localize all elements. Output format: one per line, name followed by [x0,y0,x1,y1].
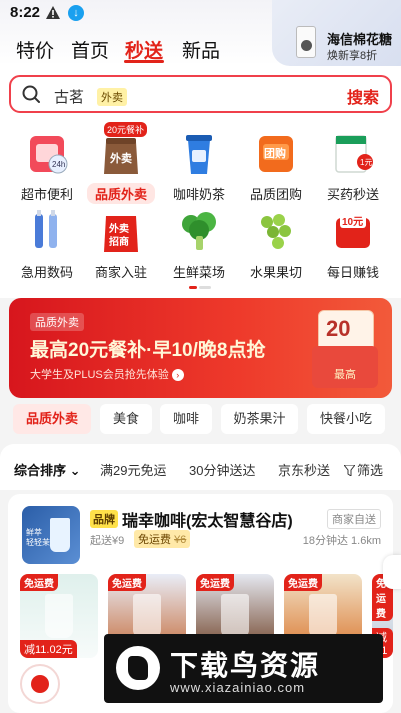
product-discount: 减11.02元 [20,640,77,658]
category-label: 品质外卖 [87,183,155,204]
svg-text:外卖: 外卖 [108,222,129,235]
svg-text:1元: 1元 [360,158,372,167]
coupon-label: 最高 [334,369,356,381]
tab-new-products[interactable]: 新品 [182,36,220,63]
category-label: 水果果切 [249,265,302,280]
category-quality-takeout[interactable]: 20元餐补 外卖 品质外卖 [84,122,158,204]
corner-ad-banner[interactable]: 海信棉花糖 焕新享8折 [272,0,401,66]
category-page-indicator [189,286,211,289]
category-badge: 20元餐补 [104,122,148,137]
product-badge: 免运费 [284,574,322,591]
search-button[interactable]: 搜索 [347,84,379,108]
chip-coffee[interactable]: 咖啡 [160,404,212,434]
category-label: 咖啡奶茶 [172,187,225,202]
chevron-down-icon: ⌄ [69,463,81,478]
promo-subtitle: 大学生及PLUS会员抢先体验 › [30,366,184,382]
jd-mascot-icon[interactable] [20,664,60,704]
category-label: 生鲜菜场 [172,265,225,280]
product-badge: 免运费 [108,574,146,591]
sort-bar: 综合排序 ⌄ 满29元免运 30分钟送达 京东秒送 筛选 [0,444,401,490]
chevron-right-icon: › [171,369,184,381]
svg-text:招商: 招商 [109,235,129,248]
status-time: 8:22 [10,4,41,21]
svg-text:24h: 24h [52,160,65,169]
chip-snacks[interactable]: 快餐小吃 [307,404,385,434]
sort-jd-instant[interactable]: 京东秒送 [278,460,330,479]
category-daily-earn[interactable]: 10元 每日赚钱 [316,208,390,280]
coupon-amount: 20 [326,316,351,341]
delivery-time-distance: 18分钟达 1.6km [302,535,381,547]
min-order: 起送¥9 [90,535,125,547]
broccoli-icon [182,212,216,250]
search-bar[interactable]: 古茗 外卖 搜索 [9,75,392,113]
category-coffee-tea[interactable]: 咖啡奶茶 [162,130,236,202]
search-tag: 外卖 [97,88,127,106]
supermarket-icon: 24h [30,136,68,174]
watermark-overlay: 下载鸟资源 www.xiazainiao.com [104,634,383,703]
category-group-buy[interactable]: 团购 品质团购 [239,130,313,202]
tab-instant-delivery[interactable]: 秒送 [125,36,163,63]
chip-milk-tea[interactable]: 奶茶果汁 [221,404,298,434]
free-delivery-tag: 免运费 ¥6 [134,530,191,548]
product-badge: 免运费 [20,574,58,591]
sort-30min[interactable]: 30分钟送达 [189,460,255,479]
watermark-url: www.xiazainiao.com [170,680,306,695]
drink-cup-icon [50,518,70,552]
promo-title: 最高20元餐补·早10/晚8点抢 [30,340,266,361]
merchant-join-icon: 外卖 招商 [104,216,138,252]
category-merchant-join[interactable]: 外卖 招商 商家入驻 [84,208,158,280]
corner-ad-title: 海信棉花糖 [327,32,393,47]
svg-text:外卖: 外卖 [109,151,132,165]
chip-food[interactable]: 美食 [100,404,152,434]
download-icon: ↓ [68,5,84,21]
category-label: 品质团购 [249,187,302,202]
category-medicine[interactable]: 1元 买药秒送 [316,130,390,202]
filter-icon [344,465,355,476]
svg-text:10元: 10元 [342,216,363,228]
sort-default[interactable]: 综合排序 ⌄ [14,460,81,479]
category-digital[interactable]: 急用数码 [10,208,84,280]
category-label: 超市便利 [20,187,73,202]
store-logo: 鲜萃 轻轻茉莉 [22,506,80,564]
search-icon [22,85,40,103]
category-label: 商家入驻 [94,265,147,280]
coffee-cup-icon [186,135,212,174]
money-icon: 10元 [336,214,370,248]
category-fruit[interactable]: 水果果切 [239,208,313,280]
category-supermarket[interactable]: 24h 超市便利 [10,130,84,202]
active-tab-indicator [124,60,164,63]
chip-quality-takeout[interactable]: 品质外卖 [13,404,91,434]
watermark-title: 下载鸟资源 [170,650,321,681]
tab-home[interactable]: 首页 [71,36,109,63]
svg-text:团购: 团购 [264,146,286,160]
category-label: 急用数码 [20,265,73,280]
search-input[interactable]: 古茗 [54,86,84,107]
corner-ad-subtitle: 焕新享8折 [327,50,378,62]
medicine-box-icon: 1元 [335,135,373,173]
product-badge: 免运费 [196,574,234,591]
group-buy-ticket-icon: 团购 [259,136,293,172]
sort-filter[interactable]: 筛选 [344,460,383,479]
promo-banner[interactable]: 品质外卖 最高20元餐补·早10/晚8点抢 大学生及PLUS会员抢先体验 › 20… [9,298,392,398]
tab-specials[interactable]: 特价 [16,36,54,63]
grapes-icon [261,214,291,249]
brand-tag: 品牌 [90,510,118,528]
coupon-envelope: 20 最高 [312,310,378,388]
cable-icon [35,210,57,248]
sort-free-delivery[interactable]: 满29元免运 [100,460,166,479]
category-chips: 品质外卖 美食 咖啡 奶茶果汁 快餐小吃 [0,404,401,438]
washing-machine-icon [296,26,316,58]
store-name: 瑞幸咖啡(宏太智慧谷店) [122,513,293,530]
category-fresh-vegetables[interactable]: 生鲜菜场 [162,208,236,280]
cart-side-tab[interactable] [383,555,401,589]
category-label: 买药秒送 [326,187,379,202]
category-label: 每日赚钱 [326,265,379,280]
warning-icon [46,6,60,19]
product-card[interactable]: 免运费 减11.02元 [20,574,98,658]
delivery-type-badge: 商家自送 [327,509,381,529]
promo-tag: 品质外卖 [30,313,84,331]
bird-logo-icon [116,646,160,690]
